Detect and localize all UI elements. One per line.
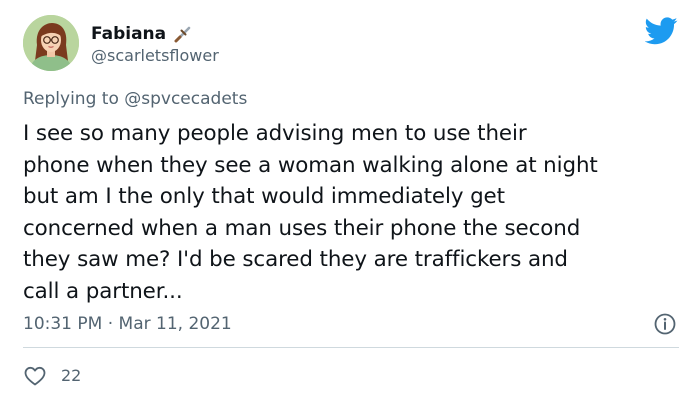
reply-mention-link[interactable]: @spvcecadets [124,89,247,109]
author-handle[interactable]: @scarletsflower [91,46,219,66]
replying-to-label: Replying to [23,89,125,109]
like-count: 22 [61,366,82,385]
tweet-text: I see so many people advising men to use… [23,121,598,304]
replying-to-line: Replying to @spvcecadets [23,89,247,109]
dagger-emoji-icon [174,26,191,43]
tweet-card: Fabiana @scarletsflower Replying to @spv… [0,0,700,402]
info-icon[interactable] [653,312,677,336]
avatar-illustration [23,15,79,71]
avatar[interactable] [23,15,79,71]
twitter-bird-icon[interactable] [645,17,678,45]
heart-icon[interactable] [23,364,47,388]
divider [23,347,679,348]
tweet-timestamp[interactable]: 10:31 PM · Mar 11, 2021 [23,314,232,334]
author-display-name[interactable]: Fabiana [91,24,166,44]
